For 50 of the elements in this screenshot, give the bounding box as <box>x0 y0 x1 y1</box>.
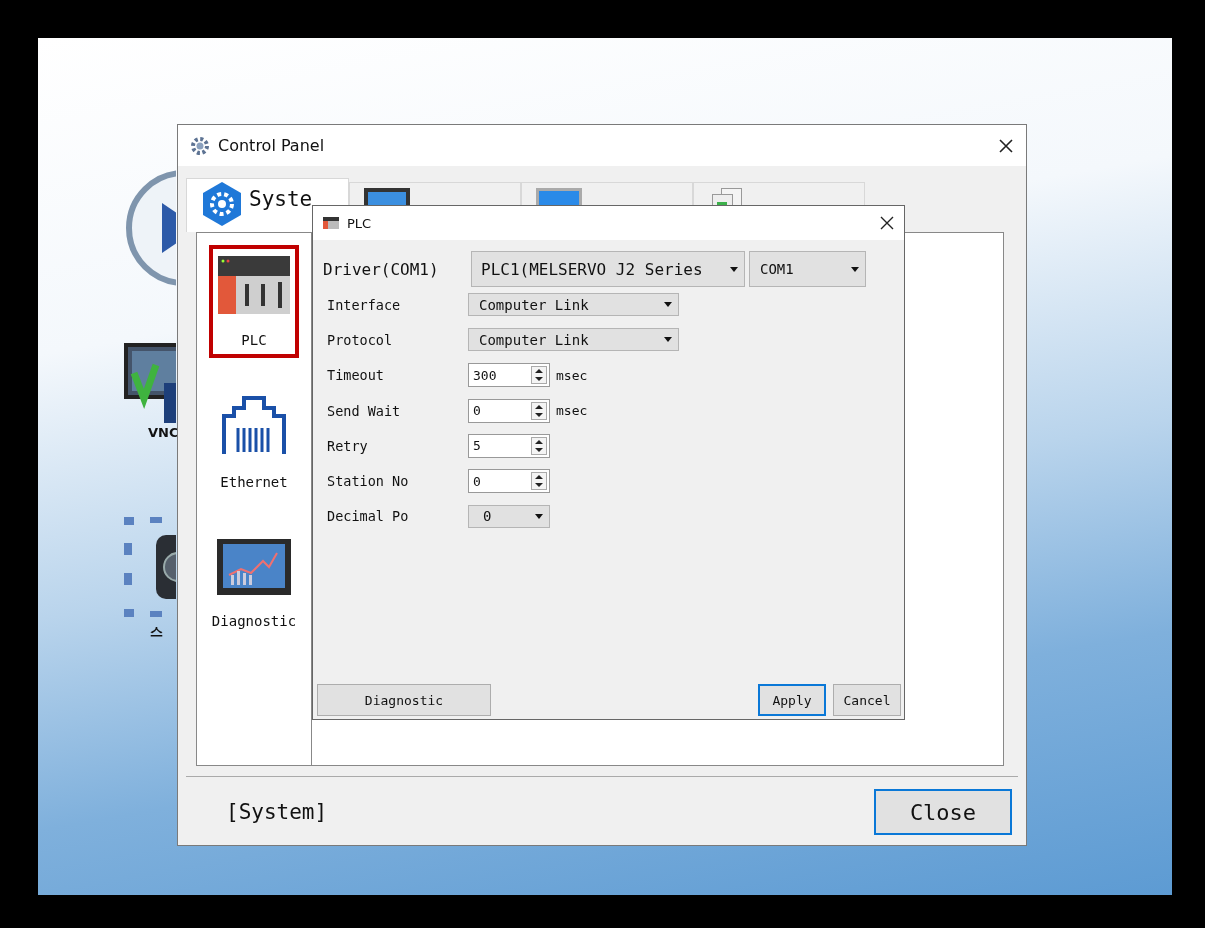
desktop-icon-label: 스 <box>150 623 163 641</box>
spinner-arrows-icon[interactable] <box>531 472 547 491</box>
spinner-arrows-icon[interactable] <box>531 436 547 455</box>
spin-field[interactable]: 5 <box>468 433 550 458</box>
close-icon[interactable] <box>998 137 1014 154</box>
field-label: Driver(COM1) <box>323 259 440 279</box>
window-title: Control Panel <box>218 136 325 155</box>
gear-icon <box>201 181 243 227</box>
monitor-icon <box>536 188 582 205</box>
field-label: Interface <box>327 296 402 313</box>
caret-icon <box>851 266 859 272</box>
field-label: Decimal Po <box>327 508 410 525</box>
cancel-button[interactable]: Cancel <box>833 684 901 716</box>
port-dropdown[interactable]: COM1 <box>749 251 866 287</box>
dropdown[interactable]: Computer Link <box>468 293 679 317</box>
desktop-icon-label: VNC <box>148 425 179 440</box>
driver-dropdown[interactable]: PLC1(MELSERVO J2 Series <box>471 251 745 287</box>
plc-rack-icon <box>323 217 339 229</box>
caret-icon <box>535 513 543 519</box>
dialog-title: PLC <box>347 215 372 231</box>
dropdown[interactable]: 0 <box>468 504 550 528</box>
sidebar-item[interactable]: PLC <box>209 245 299 358</box>
chart-monitor-icon <box>217 538 291 595</box>
apply-button[interactable]: Apply <box>758 684 826 716</box>
plc-rack-icon <box>218 255 290 314</box>
caret-icon <box>664 337 672 343</box>
field-label: Timeout <box>327 367 385 384</box>
field-label: Station No <box>327 473 410 490</box>
spin-field[interactable]: 0 <box>468 469 550 494</box>
dropdown[interactable]: Computer Link <box>468 328 679 352</box>
monitor-icon <box>364 188 410 205</box>
field-label: Send Wait <box>327 402 402 419</box>
field-label: Retry <box>327 437 369 454</box>
caret-icon <box>730 266 738 272</box>
unit-label: msec <box>556 403 588 419</box>
field-label: Protocol <box>327 331 394 348</box>
status-text: [System] <box>226 800 328 824</box>
spin-field[interactable]: 0 <box>468 398 550 423</box>
close-icon[interactable] <box>880 216 894 230</box>
diagnostic-button[interactable]: Diagnostic <box>317 684 491 716</box>
ethernet-port-icon <box>220 395 288 456</box>
sidebar-item[interactable]: Diagnostic <box>200 527 308 640</box>
spinner-arrows-icon[interactable] <box>531 366 547 385</box>
spin-field[interactable]: 300 <box>468 363 550 388</box>
unit-label: msec <box>556 367 588 383</box>
close-button[interactable]: Close <box>874 789 1012 835</box>
caret-icon <box>664 302 672 308</box>
gear-icon <box>190 135 210 156</box>
spinner-arrows-icon[interactable] <box>531 401 547 420</box>
sidebar-item[interactable]: Ethernet <box>209 386 299 499</box>
